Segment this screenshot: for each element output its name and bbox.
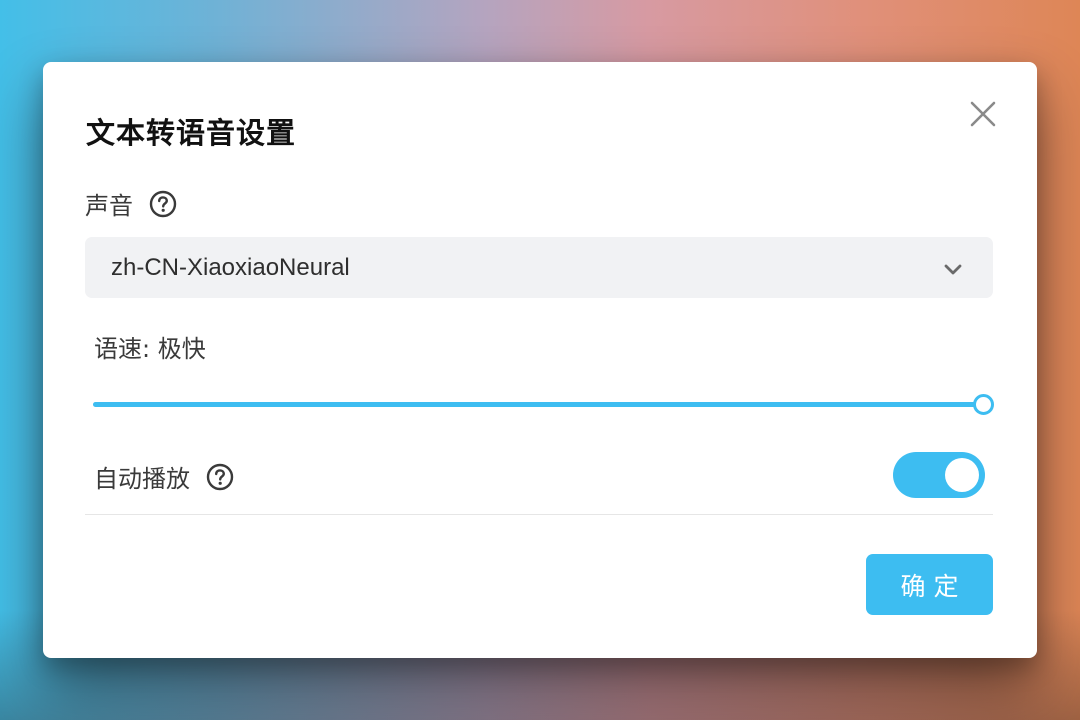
confirm-button[interactable]: 确定: [866, 554, 993, 615]
chevron-down-icon: [944, 264, 962, 275]
slider-fill: [93, 402, 983, 407]
tts-settings-dialog: 文本转语音设置 声音 zh-CN-XiaoxiaoNeural 语速: 极快 自…: [43, 62, 1037, 658]
dialog-title: 文本转语音设置: [86, 116, 297, 150]
close-button[interactable]: [967, 98, 999, 130]
question-circle-icon: [149, 190, 177, 217]
divider: [85, 514, 993, 515]
voice-select[interactable]: zh-CN-XiaoxiaoNeural: [85, 237, 993, 298]
autoplay-label: 自动播放: [94, 465, 190, 493]
voice-help-icon[interactable]: [149, 190, 177, 218]
autoplay-help-icon[interactable]: [206, 463, 234, 491]
toggle-knob: [945, 458, 979, 492]
autoplay-toggle[interactable]: [893, 452, 985, 498]
voice-label: 声音: [85, 192, 133, 220]
autoplay-field-label: 自动播放: [94, 459, 234, 494]
slider-thumb[interactable]: [973, 394, 994, 415]
speed-slider[interactable]: [93, 392, 994, 416]
speed-field-label: 语速: 极快: [94, 329, 206, 364]
voice-select-value: zh-CN-XiaoxiaoNeural: [111, 253, 350, 281]
speed-label: 语速: 极快: [94, 335, 206, 363]
question-circle-icon: [206, 463, 234, 490]
voice-field-label: 声音: [85, 186, 177, 221]
close-icon: [970, 101, 996, 127]
